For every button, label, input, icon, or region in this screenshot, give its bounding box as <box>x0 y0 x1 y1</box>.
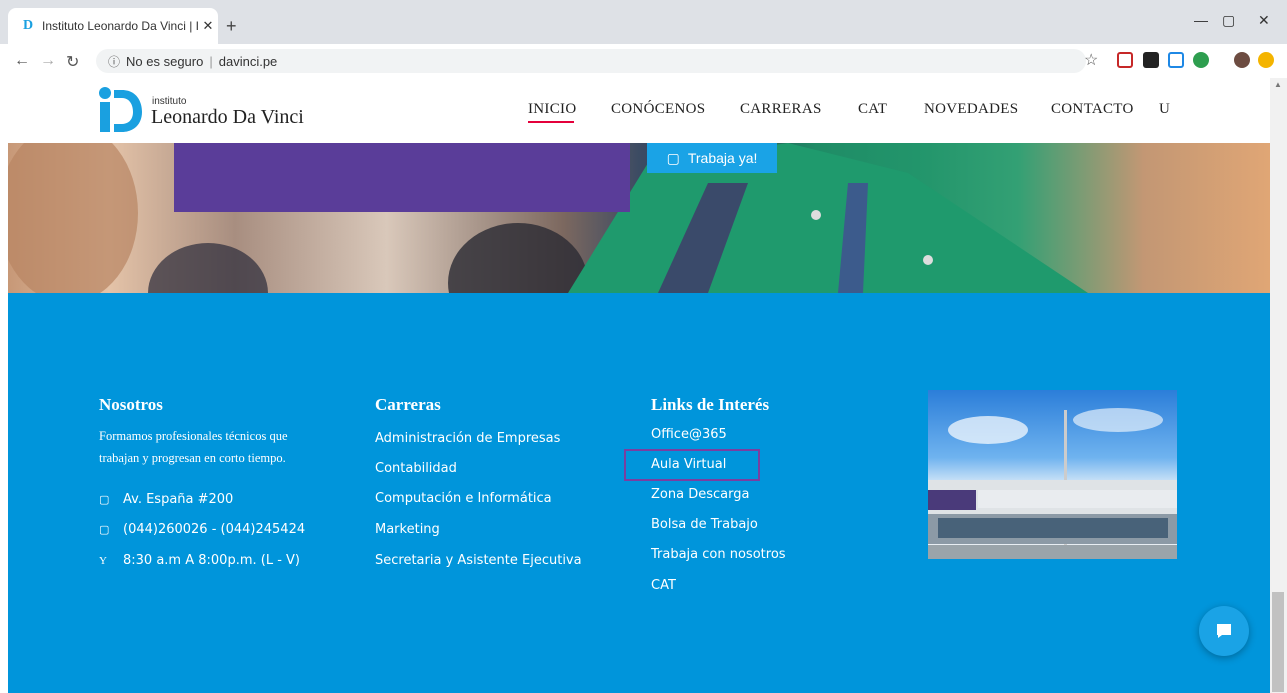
footer-links-title: Links de Interés <box>651 395 770 414</box>
menu-item-u[interactable]: U <box>1159 101 1170 118</box>
footer-nosotros-title: Nosotros <box>99 395 163 414</box>
footer-nosotros-text-1: Formamos profesionales técnicos que <box>99 429 288 443</box>
url-bar[interactable]: ⓘ No es seguro | davinci.pe <box>96 49 1086 73</box>
info-icon[interactable]: ⓘ <box>108 53 120 70</box>
chat-button[interactable] <box>1199 606 1249 656</box>
url-separator: | <box>209 53 213 69</box>
menu-item-carreras[interactable]: CARRERAS <box>740 101 822 118</box>
chat-bubble-icon <box>1217 624 1231 638</box>
link-trabaja-con-nosotros[interactable]: Trabaja con nosotros <box>651 547 786 562</box>
footer-nosotros-text-2: trabajan y progresan en corto tiempo. <box>99 451 286 465</box>
menu-item-conocenos[interactable]: CONÓCENOS <box>611 101 705 118</box>
back-icon[interactable]: ← <box>14 52 30 70</box>
extension-m-icon[interactable] <box>1143 52 1159 68</box>
active-menu-underline <box>528 121 574 123</box>
hours-text: 8:30 a.m A 8:00p.m. (L - V) <box>123 553 300 568</box>
forward-icon[interactable]: → <box>40 52 56 70</box>
carrera-link-contabilidad[interactable]: Contabilidad <box>375 461 457 476</box>
phone-icon: ▢ <box>99 523 110 536</box>
reload-icon[interactable]: ↻ <box>66 52 79 72</box>
minimize-icon[interactable]: — <box>1194 12 1208 28</box>
maximize-icon[interactable]: ▢ <box>1222 12 1235 29</box>
footer-carreras-title: Carreras <box>375 395 441 414</box>
logo-mark-icon[interactable] <box>96 84 142 134</box>
bookmark-star-icon[interactable]: ☆ <box>1084 50 1098 70</box>
location-icon: ▢ <box>99 493 110 506</box>
phone-text: (044)260026 - (044)245424 <box>123 522 306 537</box>
update-alert-icon[interactable] <box>1258 52 1274 68</box>
menu-item-novedades[interactable]: NOVEDADES <box>924 101 1018 118</box>
tab-bar: D Instituto Leonardo Da Vinci | Insti ✕ … <box>0 0 1287 44</box>
extension-s-icon[interactable] <box>1168 52 1184 68</box>
footer-phone: ▢ (044)260026 - (044)245424 <box>99 522 305 537</box>
menu-item-cat[interactable]: CAT <box>858 101 887 118</box>
trabaja-ya-label: Trabaja ya! <box>687 150 758 166</box>
close-tab-icon[interactable]: ✕ <box>198 18 218 34</box>
hero-purple-banner <box>174 143 630 212</box>
address-text: Av. España #200 <box>123 492 234 507</box>
clock-icon: Y <box>99 554 107 567</box>
site-favicon-icon: D <box>22 18 34 33</box>
menu-item-contacto[interactable]: CONTACTO <box>1051 101 1134 118</box>
carrera-link-administracion[interactable]: Administración de Empresas <box>375 431 560 446</box>
tab-title: Instituto Leonardo Da Vinci | Insti <box>42 19 198 33</box>
security-label: No es seguro <box>126 53 204 69</box>
close-window-icon[interactable]: ✕ <box>1258 12 1270 29</box>
carrera-link-computacion[interactable]: Computación e Informática <box>375 491 552 506</box>
menu-item-inicio[interactable]: INICIO <box>528 101 576 118</box>
link-bolsa-trabajo[interactable]: Bolsa de Trabajo <box>651 517 758 532</box>
browser-tab[interactable]: D Instituto Leonardo Da Vinci | Insti ✕ <box>8 8 218 44</box>
briefcase-icon: ▢ <box>666 149 680 166</box>
link-cat[interactable]: CAT <box>651 578 676 593</box>
new-tab-icon[interactable]: + <box>226 16 237 37</box>
link-zona-descarga[interactable]: Zona Descarga <box>651 487 749 502</box>
profile-avatar[interactable] <box>1234 52 1250 68</box>
link-office365[interactable]: Office@365 <box>651 427 727 442</box>
carrera-link-marketing[interactable]: Marketing <box>375 522 440 537</box>
extension-leaf-icon[interactable] <box>1193 52 1209 68</box>
trabaja-ya-button[interactable]: ▢ Trabaja ya! <box>647 143 777 173</box>
footer-hours: Y 8:30 a.m A 8:00p.m. (L - V) <box>99 553 300 568</box>
url-text: davinci.pe <box>218 53 278 69</box>
building-illustration <box>928 408 1177 559</box>
logo-title[interactable]: Leonardo Da Vinci <box>151 106 304 129</box>
campus-building-photo <box>928 390 1177 559</box>
carrera-link-secretaria[interactable]: Secretaria y Asistente Ejecutiva <box>375 553 582 568</box>
extension-shield-icon[interactable] <box>1117 52 1133 68</box>
scroll-up-icon[interactable]: ▲ <box>1274 80 1282 89</box>
footer-address: ▢ Av. España #200 <box>99 492 233 507</box>
link-aula-virtual[interactable]: Aula Virtual <box>651 457 726 472</box>
scrollbar-thumb[interactable] <box>1272 592 1284 692</box>
